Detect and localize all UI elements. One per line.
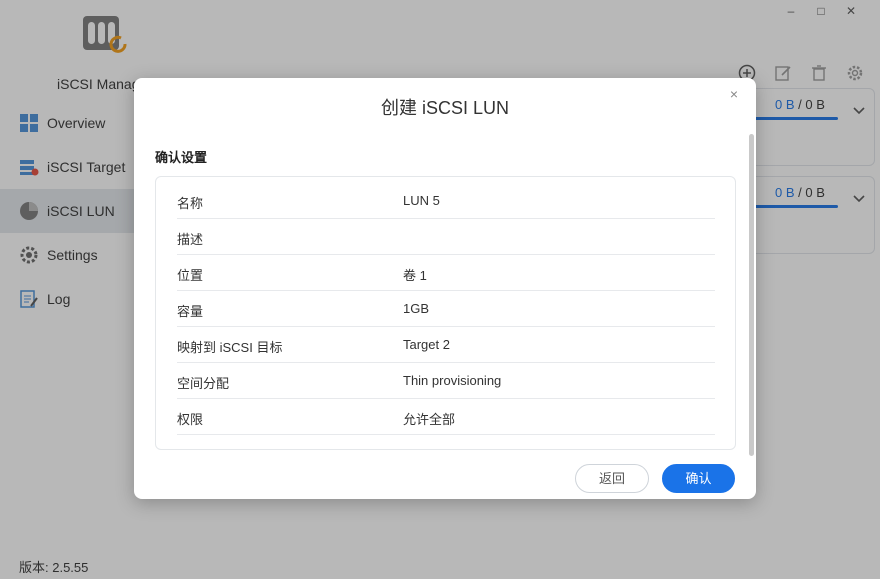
row-key: 权限	[177, 412, 204, 427]
row-value: 卷 1	[403, 268, 427, 283]
row-value: Thin provisioning	[403, 373, 502, 388]
close-icon[interactable]: ×	[724, 84, 744, 104]
settings-summary: 名称 LUN 5 描述 位置 卷 1 容量 1GB 映射到 iSCSI 目标 T…	[155, 176, 736, 450]
row-value: 1GB	[403, 301, 430, 316]
create-lun-dialog: 创建 iSCSI LUN × 确认设置 名称 LUN 5 描述 位置 卷 1 容…	[134, 78, 756, 499]
summary-row-permission: 权限 允许全部	[177, 399, 715, 435]
row-key: 名称	[177, 196, 204, 211]
row-key: 容量	[177, 304, 204, 319]
summary-row-location: 位置 卷 1	[177, 255, 715, 291]
summary-row-capacity: 容量 1GB	[177, 291, 715, 327]
row-value: Target 2	[403, 337, 450, 352]
row-key: 描述	[177, 232, 204, 247]
summary-row-target: 映射到 iSCSI 目标 Target 2	[177, 327, 715, 363]
summary-row-name: 名称 LUN 5	[177, 183, 715, 219]
row-key: 位置	[177, 268, 204, 283]
summary-row-description: 描述	[177, 219, 715, 255]
dialog-title: 创建 iSCSI LUN	[380, 98, 510, 118]
row-key: 映射到 iSCSI 目标	[177, 340, 283, 355]
row-value: LUN 5	[403, 193, 440, 208]
back-button[interactable]: 返回	[575, 464, 649, 493]
row-key: 空间分配	[177, 376, 230, 391]
section-title: 确认设置	[155, 150, 208, 165]
confirm-button[interactable]: 确认	[662, 464, 735, 493]
row-value: 允许全部	[403, 412, 456, 427]
summary-row-allocation: 空间分配 Thin provisioning	[177, 363, 715, 399]
dialog-scrollbar[interactable]	[749, 134, 754, 456]
